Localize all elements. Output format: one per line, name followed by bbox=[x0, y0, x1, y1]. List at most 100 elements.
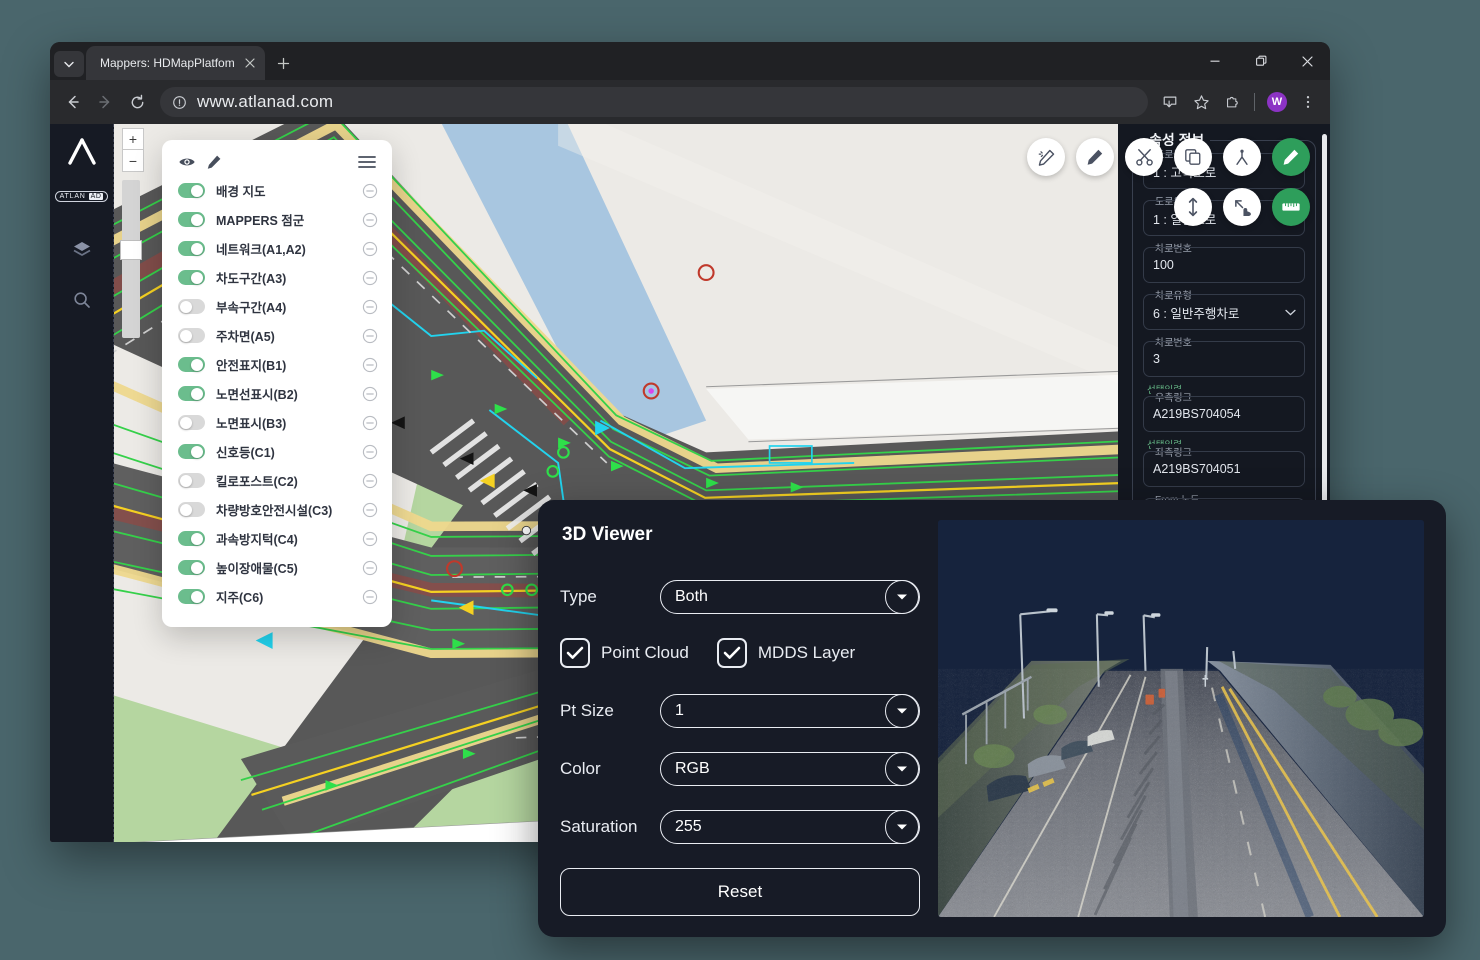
chevron-down-icon[interactable] bbox=[1285, 303, 1296, 321]
minus-circle-icon[interactable] bbox=[362, 357, 378, 373]
measure-button[interactable] bbox=[1272, 188, 1310, 226]
layer-label: 킬로포스트(C2) bbox=[216, 475, 298, 489]
point-cloud-render[interactable] bbox=[938, 520, 1424, 917]
layer-visibility-toggle[interactable] bbox=[178, 560, 205, 575]
three-dot-menu-icon bbox=[1306, 96, 1310, 108]
layer-visibility-toggle[interactable] bbox=[178, 241, 205, 256]
layer-visibility-toggle[interactable] bbox=[178, 328, 205, 343]
minus-circle-icon[interactable] bbox=[362, 183, 378, 199]
field-value: 100 bbox=[1153, 258, 1174, 272]
map-zoom-slider[interactable] bbox=[120, 180, 142, 338]
saturation-select[interactable]: 255 bbox=[660, 810, 920, 844]
back-button[interactable] bbox=[58, 87, 88, 117]
tab-search-button[interactable] bbox=[54, 51, 84, 77]
window-minimize-button[interactable] bbox=[1192, 43, 1238, 79]
layer-visibility-toggle[interactable] bbox=[178, 270, 205, 285]
color-select[interactable]: RGB bbox=[660, 752, 920, 786]
field-input[interactable]: A219BS704054 bbox=[1143, 396, 1305, 432]
layer-visibility-toggle[interactable] bbox=[178, 589, 205, 604]
new-tab-button[interactable] bbox=[271, 50, 297, 76]
merge-node-button[interactable] bbox=[1223, 138, 1261, 176]
info-circle-icon[interactable] bbox=[172, 95, 187, 110]
minus-circle-icon[interactable] bbox=[362, 241, 378, 257]
forward-button[interactable] bbox=[90, 87, 120, 117]
layer-panel-header bbox=[162, 154, 392, 176]
field-value: A219BS704051 bbox=[1153, 462, 1241, 476]
sidebar-item-search[interactable] bbox=[66, 284, 98, 316]
chevron-down-icon[interactable] bbox=[885, 580, 919, 614]
checkbox-box[interactable] bbox=[560, 638, 590, 668]
chevron-down-icon[interactable] bbox=[885, 752, 919, 786]
edit-mode-button[interactable] bbox=[1272, 138, 1310, 176]
hamburger-menu-icon[interactable] bbox=[358, 155, 376, 169]
property-field: 차로유형 6 : 일반주행차로 bbox=[1143, 287, 1305, 330]
minus-circle-icon[interactable] bbox=[362, 473, 378, 489]
layer-visibility-toggle[interactable] bbox=[178, 212, 205, 227]
type-select[interactable]: Both bbox=[660, 580, 920, 614]
minus-circle-icon[interactable] bbox=[362, 328, 378, 344]
reload-button[interactable] bbox=[122, 87, 152, 117]
cut-button[interactable] bbox=[1125, 138, 1163, 176]
sidebar-item-layers[interactable] bbox=[66, 234, 98, 266]
atlan-logo[interactable] bbox=[64, 138, 100, 171]
field-input[interactable]: 100 bbox=[1143, 247, 1305, 283]
field-input[interactable]: 3 bbox=[1143, 341, 1305, 377]
vertical-move-button[interactable] bbox=[1174, 188, 1212, 226]
magic-pen-button[interactable] bbox=[1027, 138, 1065, 176]
window-maximize-button[interactable] bbox=[1238, 43, 1284, 79]
layer-visibility-toggle[interactable] bbox=[178, 183, 205, 198]
layer-visibility-toggle[interactable] bbox=[178, 531, 205, 546]
copy-button[interactable] bbox=[1174, 138, 1212, 176]
layer-visibility-toggle[interactable] bbox=[178, 415, 205, 430]
minus-circle-icon[interactable] bbox=[362, 502, 378, 518]
layer-visibility-toggle[interactable] bbox=[178, 299, 205, 314]
reset-button[interactable]: Reset bbox=[560, 868, 920, 916]
install-app-button[interactable] bbox=[1156, 88, 1184, 116]
toggle-knob bbox=[191, 184, 203, 197]
pencil-button[interactable] bbox=[1076, 138, 1114, 176]
zoom-in-button[interactable]: + bbox=[122, 128, 144, 150]
drag-resize-button[interactable] bbox=[1223, 188, 1261, 226]
layer-visibility-toggle[interactable] bbox=[178, 444, 205, 459]
properties-scrollbar[interactable] bbox=[1322, 134, 1327, 504]
layer-visibility-toggle[interactable] bbox=[178, 357, 205, 372]
layer-visibility-toggle[interactable] bbox=[178, 386, 205, 401]
window-close-button[interactable] bbox=[1284, 43, 1330, 79]
zoom-slider-handle[interactable] bbox=[120, 240, 142, 260]
minus-circle-icon[interactable] bbox=[362, 589, 378, 605]
tab-close-button[interactable] bbox=[241, 54, 259, 72]
minimize-icon bbox=[1210, 60, 1220, 62]
pt-size-select[interactable]: 1 bbox=[660, 694, 920, 728]
point-cloud-scene bbox=[938, 520, 1424, 917]
property-field: 차로번호 3 bbox=[1143, 334, 1305, 377]
map-toolbar-row-1 bbox=[1027, 138, 1310, 176]
zoom-out-button[interactable]: − bbox=[122, 150, 144, 172]
minus-circle-icon[interactable] bbox=[362, 444, 378, 460]
type-label: Type bbox=[560, 587, 597, 606]
minus-circle-icon[interactable] bbox=[362, 212, 378, 228]
layer-visibility-toggle[interactable] bbox=[178, 502, 205, 517]
minus-circle-icon[interactable] bbox=[362, 560, 378, 576]
bookmark-button[interactable] bbox=[1187, 88, 1215, 116]
minus-circle-icon[interactable] bbox=[362, 270, 378, 286]
extensions-button[interactable] bbox=[1218, 88, 1246, 116]
field-input[interactable]: A219BS704051 bbox=[1143, 451, 1305, 487]
point-cloud-checkbox[interactable]: Point Cloud bbox=[560, 638, 689, 668]
profile-avatar-button[interactable]: W bbox=[1263, 88, 1291, 116]
pencil-icon[interactable] bbox=[206, 154, 222, 170]
browser-tab[interactable]: Mappers: HDMapPlatfom bbox=[86, 46, 265, 80]
layer-visibility-toggle[interactable] bbox=[178, 473, 205, 488]
checkbox-box[interactable] bbox=[716, 638, 747, 668]
chevron-down-icon[interactable] bbox=[885, 810, 919, 844]
mdds-layer-checkbox[interactable]: MDDS Layer bbox=[716, 638, 855, 668]
minus-circle-icon[interactable] bbox=[362, 386, 378, 402]
minus-circle-icon[interactable] bbox=[362, 531, 378, 547]
minus-circle-icon[interactable] bbox=[362, 415, 378, 431]
minus-circle-icon[interactable] bbox=[362, 299, 378, 315]
field-select[interactable]: 6 : 일반주행차로 bbox=[1143, 294, 1305, 330]
toggle-knob bbox=[191, 271, 203, 284]
chevron-down-icon[interactable] bbox=[885, 694, 919, 728]
eye-icon[interactable] bbox=[178, 155, 196, 169]
browser-menu-button[interactable] bbox=[1294, 88, 1322, 116]
address-bar[interactable]: www.atlanad.com bbox=[160, 87, 1148, 117]
